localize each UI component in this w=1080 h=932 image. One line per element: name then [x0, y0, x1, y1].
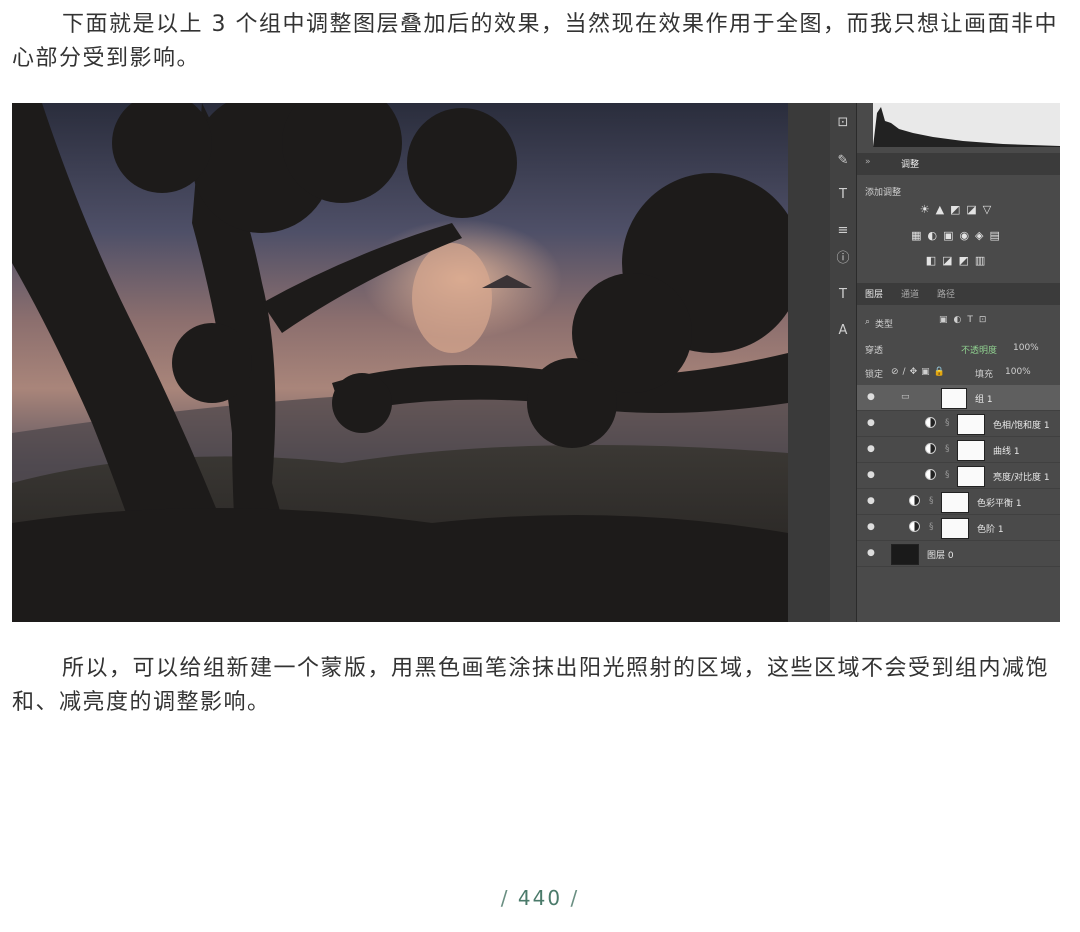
link-icon: § [929, 496, 934, 506]
blend-mode-select[interactable]: 穿透 [865, 343, 883, 356]
filter-icons[interactable]: ▣◐T⊡ [939, 315, 992, 325]
link-icon: § [929, 522, 934, 532]
tab-channels[interactable]: 通道 [901, 287, 919, 300]
mask-paragraph: 所以，可以给组新建一个蒙版，用黑色画笔涂抹出阳光照射的区域，这些区域不会受到组内… [12, 656, 1050, 715]
lock-icons[interactable]: ⊘/✥▣🔒 [891, 367, 949, 377]
group-mask-thumbnail[interactable] [941, 388, 967, 409]
layer-name: 亮度/对比度 1 [993, 473, 1050, 483]
adjustment-layer-icon [909, 521, 920, 532]
slash-decoration: / [500, 886, 518, 910]
landscape-photo [12, 103, 788, 622]
opacity-value[interactable]: 100% [1013, 343, 1039, 353]
layer-name: 图层 0 [927, 551, 954, 561]
adjustment-icons-row-3[interactable]: ◧◪◩▥ [857, 254, 1060, 267]
fill-value[interactable]: 100% [1005, 367, 1031, 377]
adjustment-icons-row-2[interactable]: ▦◐▣◉◈▤ [857, 229, 1060, 242]
mask-thumbnail[interactable] [941, 518, 969, 539]
layer-name: 色相/饱和度 1 [993, 421, 1050, 431]
layers-tab-row: 图层 通道 路径 [857, 283, 1060, 305]
filter-kind-select[interactable]: 类型 [875, 317, 893, 330]
adjustment-layer-icon [925, 443, 936, 454]
opacity-label: 不透明度 [961, 346, 998, 356]
layer-row-brightness-contrast[interactable]: ● § 亮度/对比度 1 [857, 463, 1060, 489]
link-icon: § [945, 470, 950, 480]
page-number: / 440 / [0, 886, 1080, 910]
panel-menu-icon[interactable]: » [865, 157, 871, 167]
slash-decoration: / [562, 886, 580, 910]
mask-thumbnail[interactable] [957, 440, 985, 461]
intro-paragraph: 下面就是以上 3 个组中调整图层叠加后的效果，当然现在效果作用于全图，而我只想让… [12, 12, 1058, 71]
layer-row-background[interactable]: ● 图层 0 [857, 541, 1060, 567]
layer-row-hue-saturation[interactable]: ● § 色相/饱和度 1 [857, 411, 1060, 437]
tab-layers[interactable]: 图层 [865, 287, 883, 300]
adjustment-icons-row-1[interactable]: ☀▲◩◪▽ [857, 203, 1060, 216]
layer-row-levels[interactable]: ● § 色阶 1 [857, 515, 1060, 541]
brush-settings-icon[interactable]: ✎ [833, 151, 853, 171]
link-icon: § [945, 418, 950, 428]
mask-thumbnail[interactable] [941, 492, 969, 513]
visibility-eye-icon[interactable]: ● [867, 522, 877, 532]
layer-row-curves[interactable]: ● § 曲线 1 [857, 437, 1060, 463]
adjustment-layer-icon [925, 417, 936, 428]
lock-label: 锁定 [865, 370, 884, 380]
histogram [873, 103, 1060, 147]
photoshop-panels: » 调整 添加调整 ☀▲◩◪▽ ▦◐▣◉◈▤ ◧◪◩▥ 图层 通道 路径 ⌕ 类… [857, 103, 1060, 622]
paragraph-icon[interactable]: ≡ [833, 221, 853, 241]
character-styles-icon[interactable]: T [833, 285, 853, 305]
adjustment-layer-icon [909, 495, 920, 506]
adjustments-tab-row: » 调整 [857, 153, 1060, 175]
image-thumbnail[interactable] [891, 544, 919, 565]
visibility-eye-icon[interactable]: ● [867, 470, 877, 480]
canvas-margin [788, 103, 830, 622]
info-icon[interactable]: ⓘ [833, 249, 853, 269]
filter-search-icon[interactable]: ⌕ [865, 317, 870, 327]
glyphs-icon[interactable]: A [833, 321, 853, 341]
layer-name: 色阶 1 [977, 525, 1004, 535]
visibility-eye-icon[interactable]: ● [867, 496, 877, 506]
layer-name: 组 1 [975, 395, 993, 405]
photoshop-screenshot-figure: ⊡ ✎ T ≡ ⓘ T A » 调整 添加调整 ☀▲◩◪▽ ▦◐▣◉◈▤ ◧◪◩… [12, 103, 1060, 622]
fill-label: 填充 [975, 370, 994, 380]
adjustment-layer-icon [925, 469, 936, 480]
add-adjustment-label: 添加调整 [865, 188, 902, 198]
panel-tool-strip: ⊡ ✎ T ≡ ⓘ T A [830, 103, 857, 622]
page-number-value: 440 [517, 886, 563, 910]
visibility-eye-icon[interactable]: ● [867, 392, 877, 402]
properties-icon[interactable]: ⊡ [833, 113, 853, 133]
layer-name: 曲线 1 [993, 447, 1020, 457]
layer-row-color-balance[interactable]: ● § 色彩平衡 1 [857, 489, 1060, 515]
link-icon: § [945, 444, 950, 454]
mask-thumbnail[interactable] [957, 414, 985, 435]
folder-icon: ▭ [901, 392, 910, 402]
layer-row-group[interactable]: ● ▭ 组 1 [857, 385, 1060, 411]
mask-thumbnail[interactable] [957, 466, 985, 487]
visibility-eye-icon[interactable]: ● [867, 418, 877, 428]
tab-adjustments[interactable]: 调整 [901, 157, 919, 170]
character-icon[interactable]: T [833, 185, 853, 205]
visibility-eye-icon[interactable]: ● [867, 548, 877, 558]
layer-name: 色彩平衡 1 [977, 499, 1022, 509]
tab-paths[interactable]: 路径 [937, 287, 955, 300]
visibility-eye-icon[interactable]: ● [867, 444, 877, 454]
